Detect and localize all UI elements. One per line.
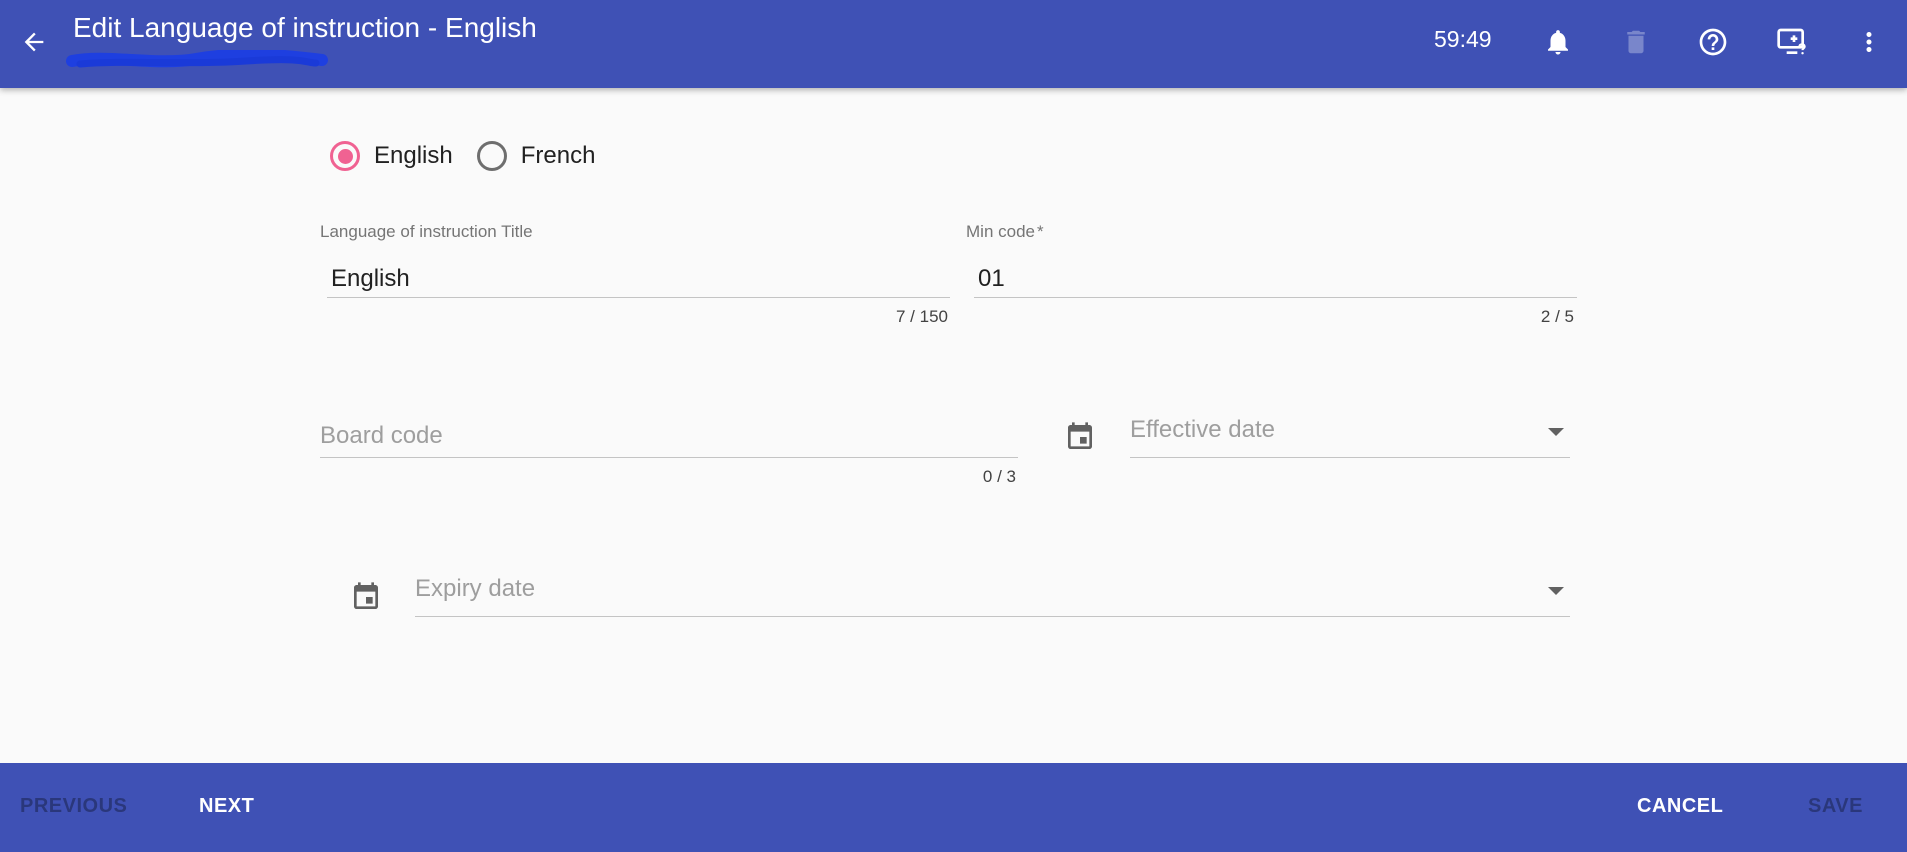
required-mark: *	[1036, 222, 1044, 241]
min-code-label-text: Min code	[966, 222, 1035, 241]
bottom-action-bar: PREVIOUS NEXT CANCEL SAVE	[0, 763, 1907, 852]
radio-english[interactable]: English	[330, 141, 453, 171]
screen-help-icon[interactable]	[1770, 20, 1814, 64]
expiry-date-select[interactable]: Expiry date	[415, 573, 1570, 617]
radio-french[interactable]: French	[476, 141, 596, 171]
next-button[interactable]: NEXT	[199, 795, 254, 818]
previous-button: PREVIOUS	[20, 795, 128, 817]
board-code-char-counter: 0 / 3	[982, 467, 1016, 486]
radio-unchecked-icon	[476, 141, 507, 171]
title-char-counter: 7 / 150	[896, 307, 948, 326]
calendar-icon[interactable]	[1062, 419, 1098, 455]
board-code-input[interactable]	[320, 414, 1018, 458]
help-circle-icon[interactable]	[1691, 20, 1735, 64]
title-input[interactable]	[327, 260, 950, 298]
radio-checked-icon	[330, 141, 360, 171]
effective-date-select[interactable]: Effective date	[1130, 414, 1570, 458]
calendar-icon[interactable]	[348, 579, 384, 615]
top-app-bar: Edit Language of instruction - English 5…	[0, 0, 1907, 88]
min-code-input[interactable]	[974, 260, 1577, 298]
more-vert-icon[interactable]	[1847, 20, 1891, 64]
radio-french-label: French	[520, 142, 596, 169]
dropdown-arrow-icon	[1548, 587, 1564, 595]
bell-icon[interactable]	[1536, 20, 1580, 64]
page-title: Edit Language of instruction - English	[73, 12, 537, 43]
effective-date-placeholder: Effective date	[1130, 416, 1275, 443]
min-code-label: Min code *	[966, 222, 1044, 242]
trash-icon	[1614, 20, 1658, 64]
redaction-scribble	[66, 50, 328, 68]
cancel-button[interactable]: CANCEL	[1637, 795, 1723, 818]
title-field-label: Language of instruction Title	[320, 222, 533, 241]
min-code-char-counter: 2 / 5	[1540, 307, 1574, 326]
back-arrow-icon[interactable]	[16, 24, 52, 60]
language-radio-group: English French	[330, 141, 619, 171]
save-button: SAVE	[1808, 795, 1863, 817]
session-timer: 59:49	[1434, 26, 1492, 52]
radio-english-label: English	[374, 142, 453, 169]
expiry-date-placeholder: Expiry date	[415, 575, 536, 602]
dropdown-arrow-icon	[1548, 428, 1564, 436]
